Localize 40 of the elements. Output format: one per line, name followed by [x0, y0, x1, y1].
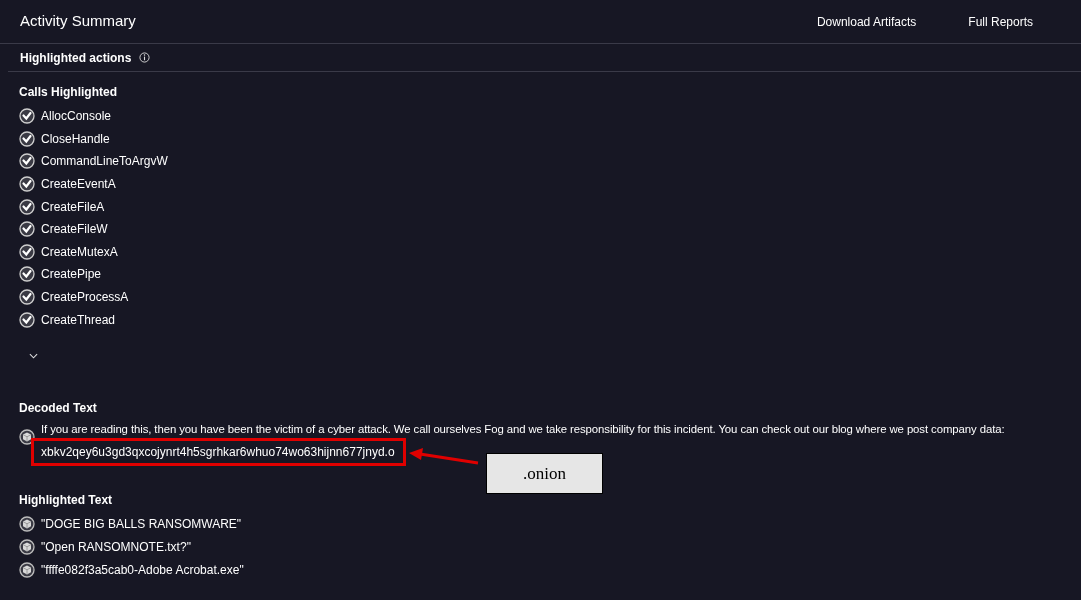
check-icon	[19, 311, 35, 328]
page-title: Activity Summary	[20, 11, 136, 32]
highlighted-string: "Open RANSOMNOTE.txt?"	[41, 539, 191, 557]
section-title: Highlighted Text	[19, 491, 113, 507]
call-name: CommandLineToArgvW	[41, 153, 168, 171]
call-name: CreateProcessA	[41, 289, 129, 307]
check-icon	[19, 198, 35, 215]
decoded-text: If you are reading this, then you have been the victim of a cyber attack. We call ourselves Fog and we take responsibility for this incident. You can check out our blog where we post company data:	[41, 421, 1005, 437]
cube-icon	[19, 539, 35, 556]
highlighted-string: "DOGE BIG BALLS RANSOMWARE"	[41, 516, 242, 534]
check-icon	[19, 243, 35, 260]
header-link[interactable]: Full Reports	[968, 12, 1033, 31]
section-title: Calls Highlighted	[19, 84, 117, 99]
onion-address: xbkv2qey6u3gd3qxcojynrt4h5sgrhkar6whuo74wo63hijnn677jnyd.o	[31, 437, 406, 466]
check-icon	[19, 289, 35, 306]
call-name: CreateFileW	[41, 221, 108, 239]
check-icon	[19, 221, 35, 238]
cube-icon	[19, 516, 35, 533]
call-name: AllocConsole	[41, 108, 112, 126]
cube-icon	[19, 428, 35, 445]
call-name: CreateFileA	[41, 198, 105, 216]
check-icon	[19, 130, 35, 147]
info-icon[interactable]	[139, 52, 151, 63]
cube-icon	[19, 562, 35, 579]
highlighted-string: "ffffe082f3a5cab0-Adobe Acrobat.exe"	[41, 562, 244, 580]
check-icon	[19, 108, 35, 125]
check-icon	[19, 176, 35, 193]
section-title: Highlighted actions	[20, 49, 132, 67]
section-title: Decoded Text	[19, 399, 97, 415]
annotation-arrow	[409, 448, 479, 465]
call-name: CreateMutexA	[41, 243, 118, 261]
check-icon	[19, 266, 35, 283]
call-name: CreateEventA	[41, 176, 116, 194]
call-name: CloseHandle	[41, 130, 110, 148]
expand-chevron-icon[interactable]	[29, 352, 38, 359]
call-name: CreatePipe	[41, 266, 102, 284]
header-link[interactable]: Download Artifacts	[816, 12, 917, 31]
check-icon	[19, 153, 35, 170]
call-name: CreateThread	[41, 311, 116, 329]
annotation-label: .onion	[486, 453, 603, 494]
